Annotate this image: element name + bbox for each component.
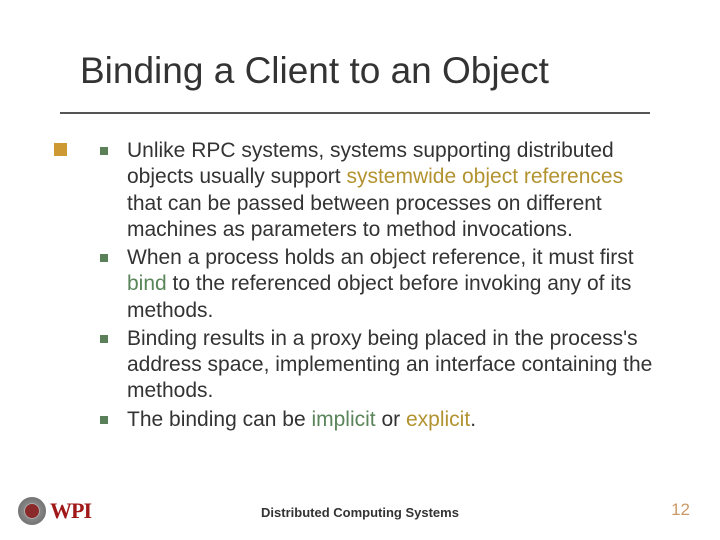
list-item: The binding can be implicit or explicit. [95,407,655,433]
title-underline [60,112,650,114]
footer-title: Distributed Computing Systems [0,505,720,520]
bullet-text: that can be passed between processes on … [127,192,602,241]
highlight: implicit [311,408,375,431]
highlight: systemwide object references [346,165,623,188]
highlight: explicit [406,408,470,431]
slide-title: Binding a Client to an Object [80,50,549,92]
bullet-text: . [470,408,476,431]
content-area: Unlike RPC systems, systems supporting d… [95,138,655,435]
page-number: 12 [671,500,690,520]
list-item: Unlike RPC systems, systems supporting d… [95,138,655,243]
list-item: Binding results in a proxy being placed … [95,326,655,405]
bullet-text: or [376,408,406,431]
bullet-text: The binding can be [127,408,311,431]
accent-box [54,143,67,156]
bullet-text: Binding results in a proxy being placed … [127,327,652,403]
bullet-text: to the referenced object before invoking… [127,272,631,321]
list-item: When a process holds an object reference… [95,245,655,324]
bullet-text: When a process holds an object reference… [127,246,634,269]
highlight: bind [127,272,167,295]
bullet-list: Unlike RPC systems, systems supporting d… [95,138,655,433]
